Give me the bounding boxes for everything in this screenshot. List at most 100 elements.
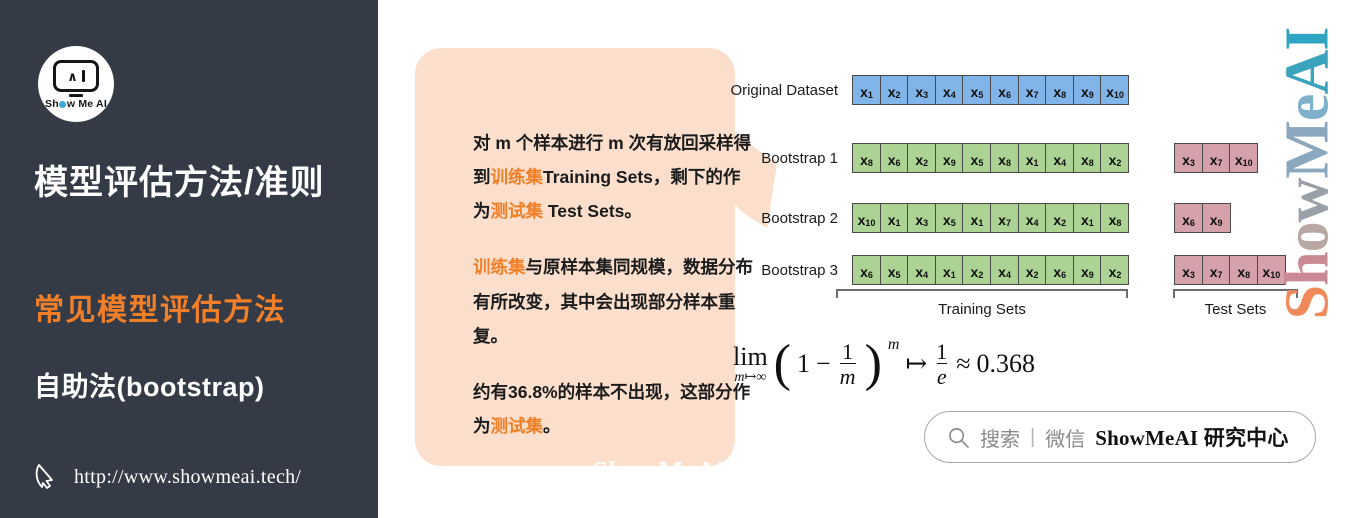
formula-minus: − [816,349,831,379]
sample-cell: x6 [879,143,909,173]
fraction-one-over-m: 1 m [839,340,856,388]
diagram-row-label: Bootstrap 2 [761,209,838,227]
sample-cell: x9 [934,143,964,173]
sample-cell: x1 [962,203,992,233]
diagram-row: Bootstrap 3 x6x5x4x1x2x4x2x6x9x2 [718,255,1130,285]
sample-cell: x3 [907,203,937,233]
formula-one: 1 [797,349,810,379]
sample-cell: x4 [907,255,937,285]
formula-exponent: m [887,336,900,353]
sample-cell: x4 [1017,203,1047,233]
sample-cell: x4 [990,255,1020,285]
search-icon [949,427,969,448]
sample-cell: x3 [1174,255,1203,285]
sample-cell: x2 [1100,143,1130,173]
sample-cell: x6 [1174,203,1203,233]
sample-cell: x8 [990,143,1020,173]
sample-cell: x3 [1174,143,1203,173]
sample-cell: x 10 [852,203,881,233]
sample-cell: x1 [879,203,909,233]
cell-group: x 3 x 7 x 8 x 10 [1174,255,1286,285]
p2-highlight-train: 训练集 [473,257,526,278]
sample-cell: x6 [990,75,1020,105]
sample-cell: x6 [1045,255,1075,285]
sample-cell: x2 [1045,203,1075,233]
diagram-row: Bootstrap 2 x 10 x 1 x 3 x 5 x 1 x 7 x 4 x 2 x 1 x 8 [718,203,1130,233]
p1-highlight-test: 测试集 [490,201,544,222]
search-label: 搜索 [980,428,1020,451]
sample-cell: x8 [1072,143,1102,173]
close-paren: ) [864,334,882,392]
sample-cell: x2 [1017,255,1047,285]
sample-cell: x9 [1072,255,1102,285]
watermark-letter: I [1273,27,1342,51]
sample-cell: x8 [1229,255,1259,285]
cell-group: x8x6x2x9x5x8x1x4x8x2 [852,143,1130,173]
formula-mapsto: ↦ [905,349,928,379]
wechat-label: 微信 [1045,428,1086,451]
sample-cell: x4 [934,75,964,105]
sample-cell: x7 [1201,255,1231,285]
test-set-row: x6x9 [1174,203,1231,233]
limit-lim: lim [733,341,768,371]
sample-cell: x9 [1201,203,1231,233]
page-title: 模型评估方法/准则 [34,164,325,202]
test-set-row: x 3 x 7 x 8 x 10 [1174,255,1286,285]
diagram-row: Original Dataset x 1 x 2 x 3 x 4 x 5 x 6 x 7 x 8 x 9 x 10 [718,75,1130,105]
logo-stand [69,94,83,97]
sample-cell: x 10 [1229,143,1259,173]
sample-cell: x1 [934,255,964,285]
sample-cell: x2 [962,255,992,285]
logo-wordmark-pre: Sh [45,98,59,110]
sample-cell: x3 [907,75,937,105]
diagram-row-label: Bootstrap 3 [761,261,838,279]
limit-subscript: m↦∞ [734,369,767,385]
logo-dot-icon [59,101,67,108]
sample-cell: x8 [852,143,881,173]
bubble-paragraph-3: 约有36.8%的样本不出现，这部分作为测试集。 [473,375,755,443]
p3-highlight-test: 测试集 [490,415,544,436]
content-area: 对 m 个样本进行 m 次有放回采样得到训练集Training Sets，剩下的… [378,0,1361,518]
p3-part3: 。 [543,415,561,436]
cursor-icon [35,464,53,489]
sample-cell: x 10 [1100,75,1130,105]
method-heading: 自助法(bootstrap) [34,372,265,402]
logo-monitor-icon: ∧ [53,60,99,92]
training-sets-label: Training Sets [938,301,1026,318]
test-sets-label: Test Sets [1204,301,1267,318]
cell-group: x6x9 [1174,203,1231,233]
logo-bar-glyph [81,70,85,82]
frac2-denominator: e [936,363,947,390]
bubble-paragraph-2: 训练集与原样本集同规模，数据分布有所改变，其中会出现部分样本重复。 [473,250,755,352]
sample-cell: x2 [907,143,937,173]
bubble-text: 对 m 个样本进行 m 次有放回采样得到训练集Training Sets，剩下的… [473,126,755,443]
open-paren: ( [773,334,791,392]
sample-cell: x5 [962,75,992,105]
p1-highlight-train: 训练集 [490,167,544,188]
p3-part1: 约有 [473,381,508,402]
search-divider: | [1030,425,1036,448]
sample-cell: x2 [879,75,909,105]
bubble-watermark: ShowMeAI [593,456,728,486]
cell-group: x6x5x4x1x2x4x2x6x9x2 [852,255,1130,285]
sample-cell: x8 [1045,75,1075,105]
sample-cell: x5 [962,143,992,173]
sample-cell: x5 [934,203,964,233]
sample-cell: x2 [1100,255,1130,285]
brand-account-name: ShowMeAI 研究中心 [1095,426,1289,450]
frac2-numerator: 1 [936,339,948,364]
cell-group: x 3 x 7 x 10 [1174,143,1259,173]
diagram-row: Bootstrap 1x8x6x2x9x5x8x1x4x8x2 [718,143,1130,173]
site-url[interactable]: http://www.showmeai.tech/ [74,466,301,489]
sample-cell: x1 [852,75,881,105]
showmeai-logo: ∧ Sh w Me AI [38,46,114,122]
wechat-search-pill[interactable]: 搜索 | 微信 ShowMeAI 研究中心 [924,411,1316,463]
bubble-paragraph-1: 对 m 个样本进行 m 次有放回采样得到训练集Training Sets，剩下的… [473,126,755,228]
sample-cell: x 10 [1256,255,1286,285]
left-panel: ∧ Sh w Me AI 模型评估方法/准则 常见模型评估方法 自助法(boots… [0,0,378,518]
cell-group: x 10 x 1 x 3 x 5 x 1 x 7 x 4 x 2 x 1 x 8 [852,203,1130,233]
sample-cell: x9 [1072,75,1102,105]
sample-cell: x7 [1017,75,1047,105]
test-set-row: x 3 x 7 x 10 [1174,143,1259,173]
section-heading: 常见模型评估方法 [34,294,286,327]
